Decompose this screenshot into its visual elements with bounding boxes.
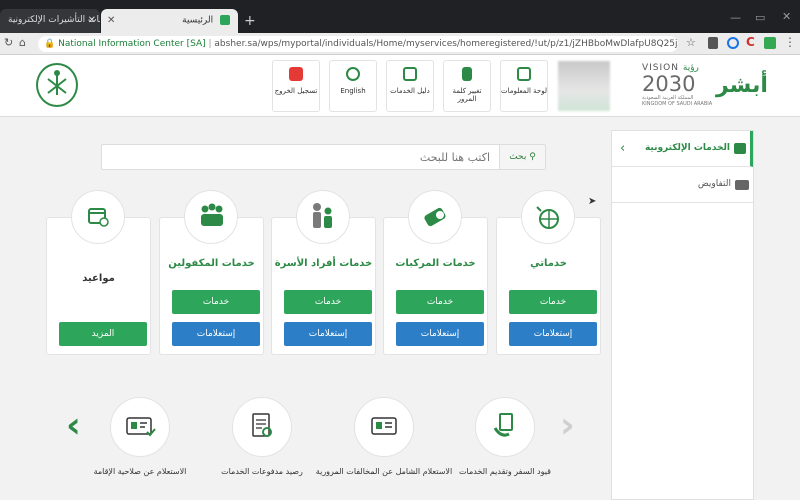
vision-sub-en: KINGDOM OF SAUDI ARABIA [642,101,713,107]
vision-year: 2030 [642,72,696,96]
menu-icon[interactable]: ⋮ [784,35,796,49]
book-icon [403,67,417,81]
card-title: خدمات المركبات [395,258,476,269]
search-icon: ⚲ [529,152,536,162]
services-guide-label: دليل الخدمات [390,87,430,95]
globe-icon [346,67,360,81]
side-panel: ‹ الخدمات الإلكترونية التفاويض [611,130,754,500]
carousel-item-label[interactable]: الاستعلام عن صلاحية الإقامة [70,466,210,477]
inquiries-button[interactable]: إستعلامات [396,322,484,346]
sidebar-label: الخدمات الإلكترونية [644,143,730,153]
dashboard-button[interactable]: لوحة المعلومات [500,60,548,112]
services-button[interactable]: خدمات [509,290,597,314]
carousel-item-label[interactable]: الاستعلام الشامل عن المخالفات المرورية [314,466,454,477]
card-circle [521,190,575,244]
address-bar[interactable]: 🔒 National Information Center [SA] | abs… [38,36,678,52]
carousel-item-circle[interactable] [354,397,414,457]
services-button[interactable]: خدمات [172,290,260,314]
carousel-item-circle[interactable] [232,397,292,457]
vehicle-icon [424,207,446,227]
card-title: مواعيد [82,273,115,284]
tab-title: الرئيسية [182,15,214,26]
services-button[interactable]: خدمات [396,290,484,314]
dashboard-icon [517,67,531,81]
carousel-item-label[interactable]: رصيد مدفوعات الخدمات [192,466,332,477]
extension-green-icon[interactable] [764,37,776,49]
carousel-item-circle[interactable] [475,397,535,457]
chevron-left-icon: ‹ [620,141,626,156]
vision-2030-logo: VISION رؤية 2030 المملكة العربية السعودي… [642,63,714,113]
lock-icon: 🔒 [44,39,56,49]
logout-icon [289,67,303,81]
change-password-label: تغيير كلمة المرور [452,87,482,103]
inquiries-button[interactable]: إستعلامات [172,322,260,346]
star-icon[interactable]: ☆ [686,36,696,49]
new-tab-button[interactable]: + [244,13,256,29]
search-button[interactable]: بحث ⚲ [499,145,545,169]
reload-icon[interactable]: ↻ [4,36,13,49]
close-window-icon[interactable]: ✕ [782,10,791,23]
change-password-button[interactable]: تغيير كلمة المرور [443,60,491,112]
maximize-icon[interactable]: ▭ [755,11,765,24]
carousel-item-label[interactable]: قيود السفر وتقديم الخدمات [435,466,575,477]
home-icon[interactable]: ⌂ [19,36,26,49]
card-title: خدماتي [530,258,567,269]
services-button[interactable]: خدمات [284,290,372,314]
favicon-icon [220,15,230,25]
extension-icon[interactable] [727,37,739,49]
extension-c-icon[interactable]: C [746,35,755,49]
sidebar-label: التفاويض [697,179,731,189]
absher-logo: أبشر [716,73,768,98]
card-title: خدمات أفراد الأسرة [274,258,373,269]
tab-title: منصة خدمات التأشيرات الإلكترونية [8,15,100,25]
document-search-icon [252,413,272,437]
carousel-prev-icon[interactable]: ‹ [66,405,81,446]
url-text: absher.sa/wps/myportal/individuals/Home/… [214,39,678,49]
travel-restriction-icon [493,413,513,437]
minimize-icon[interactable]: — [730,11,741,24]
sidebar-item-eservices[interactable]: ‹ الخدمات الإلكترونية [612,131,753,167]
card-circle [71,190,125,244]
extension-lock-icon[interactable] [708,37,718,49]
profile-photo [558,61,610,111]
my-services-icon [536,206,559,229]
eservices-icon [734,143,746,154]
card-circle [296,190,350,244]
card-circle [184,190,238,244]
search-bar: بحث ⚲ [101,144,546,170]
residency-card-icon [126,417,156,437]
search-label: بحث [509,152,527,162]
english-button[interactable]: English [329,60,377,112]
mouse-cursor-icon: ➤ [588,196,597,207]
ministry-emblem-icon [36,63,78,107]
carousel-next-icon[interactable]: › [560,405,575,446]
browser-toolbar: ↻ ⌂ 🔒 National Information Center [SA] |… [0,33,800,55]
close-icon[interactable]: ✕ [88,15,96,26]
keypad-icon [462,67,472,81]
carousel-item-circle[interactable] [110,397,170,457]
browser-tabbar: منصة خدمات التأشيرات الإلكترونية ✕ ✕ الر… [0,0,800,33]
services-guide-button[interactable]: دليل الخدمات [386,60,434,112]
id-card-icon [371,417,397,435]
logout-label: تسجيل الخروج [274,87,318,95]
logout-button[interactable]: تسجيل الخروج [272,60,320,112]
close-icon[interactable]: ✕ [107,15,115,26]
dashboard-label: لوحة المعلومات [501,87,547,95]
sidebar-item-delegations[interactable]: التفاويض [612,167,753,203]
search-input[interactable] [102,145,500,169]
secure-label: National Information Center [SA] [58,39,206,49]
calendar-icon [88,208,109,227]
tab-home[interactable]: ✕ الرئيسية [101,9,238,33]
briefcase-icon [735,180,749,190]
site-header: تسجيل الخروج English دليل الخدمات تغيير … [0,55,800,117]
tab-visa-platform[interactable]: منصة خدمات التأشيرات الإلكترونية ✕ [0,9,100,33]
inquiries-button[interactable]: إستعلامات [509,322,597,346]
inquiries-button[interactable]: إستعلامات [284,322,372,346]
family-icon [313,203,332,228]
more-button[interactable]: المزيد [59,322,147,346]
english-label: English [340,87,366,95]
card-circle [408,190,462,244]
card-title: خدمات المكفولين [168,258,255,269]
group-icon [201,203,223,226]
